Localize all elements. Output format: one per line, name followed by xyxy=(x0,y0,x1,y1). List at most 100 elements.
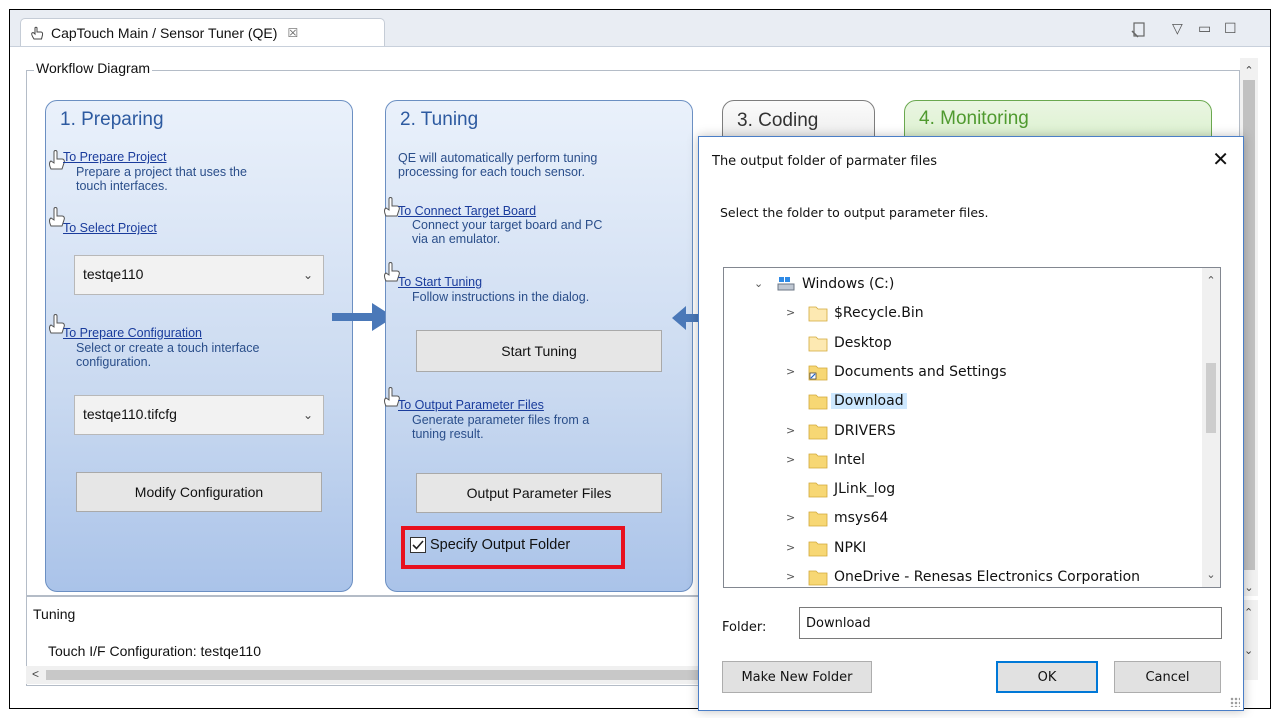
specify-output-folder-checkbox[interactable]: Specify Output Folder xyxy=(410,537,570,553)
tuning-section-title: Tuning xyxy=(33,606,76,622)
folder-input[interactable] xyxy=(799,607,1222,639)
chevron-down-icon[interactable]: ⌄ xyxy=(303,408,313,422)
chevron-right-icon[interactable]: > xyxy=(786,365,795,378)
make-new-folder-button[interactable]: Make New Folder xyxy=(722,661,872,693)
tree-item[interactable]: > OneDrive - Renesas Electronics Corporat… xyxy=(724,563,1194,587)
chevron-down-icon[interactable]: ⌄ xyxy=(303,268,313,282)
folder-icon xyxy=(808,541,828,557)
resize-grip-icon[interactable] xyxy=(1230,697,1240,707)
tree-item[interactable]: > Documents and Settings xyxy=(724,358,1194,387)
folder-pale-icon xyxy=(808,306,828,322)
tuning-panel: 2. Tuning QE will automatically perform … xyxy=(384,100,693,592)
chevron-right-icon[interactable]: > xyxy=(786,306,795,319)
tree-item[interactable]: > DRIVERS xyxy=(724,417,1194,446)
tree-item-label: Documents and Settings xyxy=(834,363,1007,380)
touch-hand-icon xyxy=(31,26,44,39)
scroll-down-icon[interactable]: ⌄ xyxy=(1244,644,1253,657)
output-files-desc: Generate parameter files from a tuning re… xyxy=(412,413,590,441)
minimize-icon[interactable]: ▭ xyxy=(1198,20,1211,37)
tree-item-label: DRIVERS xyxy=(834,422,896,439)
connect-board-desc: Connect your target board and PC via an e… xyxy=(412,218,603,246)
chevron-right-icon[interactable]: > xyxy=(786,453,795,466)
ok-button[interactable]: OK xyxy=(996,661,1098,693)
configuration-select-value: testqe110.tifcfg xyxy=(83,406,177,422)
chevron-right-icon[interactable]: > xyxy=(786,511,795,524)
tree-item[interactable]: Download xyxy=(724,387,1194,416)
folder-label: Folder: xyxy=(722,620,767,635)
start-tuning-link[interactable]: To Start Tuning xyxy=(398,275,482,289)
folder-icon xyxy=(808,394,828,410)
prepare-project-link[interactable]: To Prepare Project xyxy=(63,150,167,164)
prepare-config-desc: Select or create a touch interface config… xyxy=(76,341,260,369)
chevron-right-icon[interactable]: > xyxy=(786,424,795,437)
scroll-left-icon[interactable]: < xyxy=(32,667,39,681)
chevron-right-icon[interactable]: > xyxy=(786,541,795,554)
tab-captouch-main[interactable]: CapTouch Main / Sensor Tuner (QE) ☒ xyxy=(20,18,385,46)
tree-item[interactable]: Desktop xyxy=(724,329,1194,358)
tree-item-label: $Recycle.Bin xyxy=(834,305,924,322)
scroll-thumb[interactable] xyxy=(1243,80,1255,570)
project-select-value: testqe110 xyxy=(83,266,144,282)
scroll-up-icon[interactable]: ⌃ xyxy=(1244,606,1253,619)
tree-item[interactable]: ⌄ Windows (C:) xyxy=(724,270,1194,299)
chevron-right-icon[interactable]: > xyxy=(786,570,795,583)
tree-item-label: msys64 xyxy=(834,510,889,527)
tree-item-label: JLink_log xyxy=(834,481,896,498)
configuration-select[interactable]: testqe110.tifcfg ⌄ xyxy=(74,395,324,435)
view-menu-icon[interactable]: ▽ xyxy=(1172,20,1183,37)
checkbox-checked-icon[interactable] xyxy=(410,537,426,553)
cancel-button[interactable]: Cancel xyxy=(1114,661,1221,693)
folder-pale-icon xyxy=(808,336,828,351)
folder-tree[interactable]: ⌄ Windows (C:) > $Recycle.Bin Desktop > Docume… xyxy=(723,267,1221,588)
project-select[interactable]: testqe110 ⌄ xyxy=(74,255,324,295)
tree-item-label: Windows (C:) xyxy=(802,276,895,292)
drive-icon xyxy=(777,277,795,291)
tree-item-label: OneDrive - Renesas Electronics Corporati… xyxy=(834,569,1141,585)
tree-vertical-scrollbar[interactable]: ⌃ ⌄ xyxy=(1202,268,1220,587)
tab-title: CapTouch Main / Sensor Tuner (QE) xyxy=(51,24,278,41)
tree-item-label: Desktop xyxy=(834,334,892,351)
tuning-title: 2. Tuning xyxy=(400,109,479,130)
prepare-config-link[interactable]: To Prepare Configuration xyxy=(63,326,202,340)
scroll-up-icon[interactable]: ⌃ xyxy=(1202,274,1220,287)
maximize-icon[interactable]: ☐ xyxy=(1224,20,1237,37)
tree-item[interactable]: > Intel xyxy=(724,446,1194,475)
output-parameter-files-button[interactable]: Output Parameter Files xyxy=(416,473,662,513)
coding-title: 3. Coding xyxy=(737,110,819,131)
scroll-thumb[interactable] xyxy=(1206,363,1216,433)
preparing-title: 1. Preparing xyxy=(60,109,164,130)
scroll-down-icon[interactable]: ⌄ xyxy=(1202,568,1220,581)
tree-item[interactable]: JLink_log xyxy=(724,475,1194,504)
touch-config-label: Touch I/F Configuration: testqe110 xyxy=(48,643,261,659)
tuning-intro: QE will automatically perform tuning proc… xyxy=(398,151,598,179)
toolbar-wizard-icon[interactable] xyxy=(1130,21,1148,39)
scroll-thumb[interactable] xyxy=(46,670,706,680)
tab-close-icon[interactable]: ☒ xyxy=(287,26,298,40)
dialog-title: The output folder of parmater files xyxy=(712,154,937,169)
dialog-instruction: Select the folder to output parameter fi… xyxy=(720,205,989,220)
tree-item[interactable]: > NPKI xyxy=(724,534,1194,563)
modify-configuration-button[interactable]: Modify Configuration xyxy=(76,472,322,512)
output-parameter-files-link[interactable]: To Output Parameter Files xyxy=(398,398,544,412)
tree-item[interactable]: > msys64 xyxy=(724,504,1194,533)
monitoring-title: 4. Monitoring xyxy=(919,108,1029,129)
workflow-diagram-label: Workflow Diagram xyxy=(34,60,153,76)
tree-item[interactable]: > $Recycle.Bin xyxy=(724,299,1194,328)
tuning-horizontal-scrollbar[interactable]: < xyxy=(26,666,726,684)
close-icon[interactable]: ✕ xyxy=(1212,147,1229,171)
select-project-link[interactable]: To Select Project xyxy=(63,221,157,235)
folder-icon xyxy=(808,482,828,498)
specify-output-folder-label: Specify Output Folder xyxy=(430,537,571,553)
tree-item-label: NPKI xyxy=(834,539,867,556)
tree-item-label: Intel xyxy=(834,451,865,468)
folder-shortcut-icon xyxy=(808,365,828,381)
scroll-up-icon[interactable]: ⌃ xyxy=(1240,64,1258,77)
folder-icon xyxy=(808,424,828,439)
connect-target-board-link[interactable]: To Connect Target Board xyxy=(398,204,536,218)
start-tuning-button[interactable]: Start Tuning xyxy=(416,330,662,372)
tab-bar: CapTouch Main / Sensor Tuner (QE) ☒ ▽ ▭ … xyxy=(10,10,1270,47)
output-folder-dialog: The output folder of parmater files ✕ Se… xyxy=(698,136,1244,711)
prepare-project-desc: Prepare a project that uses the touch int… xyxy=(76,165,247,193)
folder-icon xyxy=(808,453,828,469)
chevron-down-icon[interactable]: ⌄ xyxy=(754,277,763,290)
